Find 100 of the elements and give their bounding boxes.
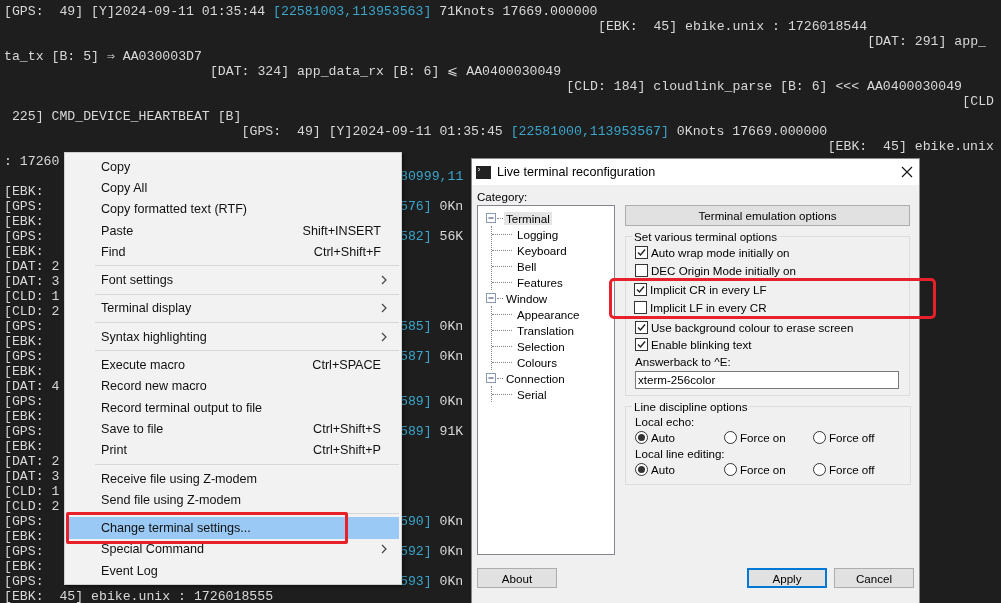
terminal-text: 225] CMD_DEVICE_HEARTBEAT [B] — [11, 109, 242, 124]
menu-item[interactable]: Copy formatted text (RTF) — [67, 198, 399, 220]
checkbox[interactable] — [635, 246, 648, 260]
about-button[interactable]: About — [477, 568, 557, 588]
menu-item[interactable]: Special Command — [67, 538, 399, 561]
tree-item[interactable]: Serial — [515, 387, 549, 401]
close-icon[interactable] — [901, 166, 913, 178]
radio-button[interactable] — [635, 431, 648, 445]
terminal-text: 0Kn — [439, 394, 464, 409]
menu-item[interactable]: Copy All — [67, 177, 399, 199]
menu-item[interactable]: Syntax highlighting — [67, 326, 399, 348]
menu-item[interactable]: Find Ctrl+Shift+F — [67, 241, 399, 263]
window-title: Live terminal reconfiguration — [497, 165, 657, 179]
menu-item[interactable]: Copy — [67, 156, 399, 178]
tree-item[interactable]: Appearance — [515, 307, 582, 321]
tree-item[interactable]: Terminal — [504, 211, 552, 225]
collapse-icon[interactable] — [486, 372, 497, 384]
category-label: Category: — [477, 190, 529, 203]
tree-item[interactable]: Translation — [515, 323, 576, 337]
terminal-text: [CLD: 184] cloudlink_parse [B: 6] <<< AA0400030049 — [566, 79, 962, 94]
terminal-icon — [476, 165, 491, 179]
menu-item[interactable]: Paste Shift+INSERT — [67, 219, 399, 242]
checkbox-label: Enable blinking text — [651, 338, 752, 352]
terminal-text: 0Knots 17669.000000 — [676, 124, 828, 139]
menu-item[interactable]: Record new macro — [67, 375, 399, 397]
terminal-text: 0Kn — [439, 544, 464, 559]
terminal-text: [CLD: 2 — [4, 499, 60, 514]
menu-item[interactable]: Send file using Z-modem — [67, 489, 399, 511]
checkbox[interactable] — [635, 320, 648, 334]
terminal-text: [DAT: 324] app_data_rx [B: 6] ⩽ AA0400030049 — [209, 64, 562, 79]
apply-button[interactable]: Apply — [747, 568, 827, 588]
terminal-text: [EBK: — [4, 409, 44, 424]
checkbox[interactable] — [634, 283, 647, 297]
group-title: Set various terminal options — [633, 230, 779, 243]
radio-button[interactable] — [813, 431, 826, 445]
terminal-text: [GPS: — [4, 574, 44, 589]
terminal-text: [GPS: 49] [Y]2024-09-11 01:35:44 — [4, 4, 266, 19]
terminal-text: [EBK: 45] ebike.unix — [827, 139, 994, 154]
radio-label: Force off — [829, 463, 875, 477]
radio-button[interactable] — [724, 463, 737, 477]
menu-item[interactable]: Terminal display — [67, 297, 399, 320]
terminal-text: [GPS: — [4, 229, 44, 244]
tree-item[interactable]: Logging — [515, 227, 561, 241]
terminal-text: [CLD: 1 — [4, 484, 60, 499]
menu-item[interactable]: Change terminal settings... — [67, 517, 399, 539]
radio-label: Force off — [829, 431, 875, 445]
answerback-field[interactable]: xterm-256color — [635, 370, 899, 389]
radio-button[interactable] — [635, 463, 648, 477]
setting-label: Local echo: — [635, 414, 696, 430]
terminal-text: 0Kn — [439, 199, 464, 214]
menu-item[interactable]: Record terminal output to file — [67, 396, 399, 419]
menu-item[interactable]: Print Ctrl+Shift+P — [67, 439, 399, 461]
menu-item[interactable]: Save to file Ctrl+Shift+S — [67, 418, 399, 440]
tree-item[interactable]: Bell — [515, 259, 539, 273]
radio-button[interactable] — [724, 431, 737, 445]
checkbox-label: Use background colour to erase screen — [651, 320, 854, 334]
terminal-text: [22581003,113953563] — [273, 4, 432, 19]
terminal-text: [GPS: — [4, 199, 44, 214]
tree-item[interactable]: Window — [504, 291, 550, 305]
terminal-text: [EBK: 45] ebike.unix : 1726018544 — [598, 19, 868, 34]
group-title: Line discipline options — [633, 399, 749, 413]
radio-button[interactable] — [813, 463, 826, 477]
cancel-button[interactable]: Cancel — [834, 568, 914, 588]
setting-label: Local line editing: — [635, 446, 726, 462]
terminal-text: [DAT: 2 — [4, 259, 60, 274]
radio-label: Auto — [651, 431, 675, 445]
terminal-text: [DAT: 3 — [4, 469, 60, 484]
tree-item[interactable]: Selection — [515, 339, 567, 353]
terminal-text: [CLD: 2 — [4, 304, 60, 319]
terminal-text: [EBK: — [4, 214, 44, 229]
terminal-text: [DAT: 3 — [4, 274, 60, 289]
tree-item[interactable]: Colours — [515, 355, 559, 369]
terminal-text: [GPS: — [4, 544, 44, 559]
terminal-text: [GPS: — [4, 349, 44, 364]
menu-item[interactable]: Font settings — [67, 269, 399, 291]
menu-item[interactable]: Receive file using Z-modem — [67, 467, 399, 490]
terminal-text: [CLD: 1 — [4, 289, 60, 304]
tree-item[interactable]: Connection — [504, 371, 567, 385]
terminal-text: [EBK: — [4, 244, 44, 259]
terminal-text: [GPS: — [4, 394, 44, 409]
checkbox[interactable] — [635, 338, 648, 352]
collapse-icon[interactable] — [486, 292, 497, 304]
terminal-text: [GPS: — [4, 514, 44, 529]
terminal-text: [DAT: 291] app_ — [867, 34, 986, 49]
menu-item[interactable]: Event Log — [67, 560, 399, 582]
terminal-text: 0Kn — [439, 319, 464, 334]
terminal-text: [EBK: 45] ebike.unix : 1726018555 — [4, 589, 274, 603]
tree-item[interactable]: Features — [515, 275, 565, 289]
terminal-text: [GPS: — [4, 424, 44, 439]
checkbox[interactable] — [634, 301, 647, 315]
terminal-text: [EBK: — [4, 184, 44, 199]
terminal-text: [GPS: 49] [Y]2024-09-11 01:35:45 — [241, 124, 503, 139]
tree-item[interactable]: Keyboard — [515, 243, 569, 257]
chevron-right-icon — [381, 331, 387, 342]
collapse-icon[interactable] — [486, 212, 497, 224]
terminal-text: 71Knots 17669.000000 — [439, 4, 598, 19]
terminal-text: [EBK: — [4, 559, 44, 574]
menu-item[interactable]: Execute macro Ctrl+SPACE — [67, 354, 399, 376]
terminal-text: [EBK: — [4, 439, 44, 454]
checkbox[interactable] — [635, 263, 648, 277]
